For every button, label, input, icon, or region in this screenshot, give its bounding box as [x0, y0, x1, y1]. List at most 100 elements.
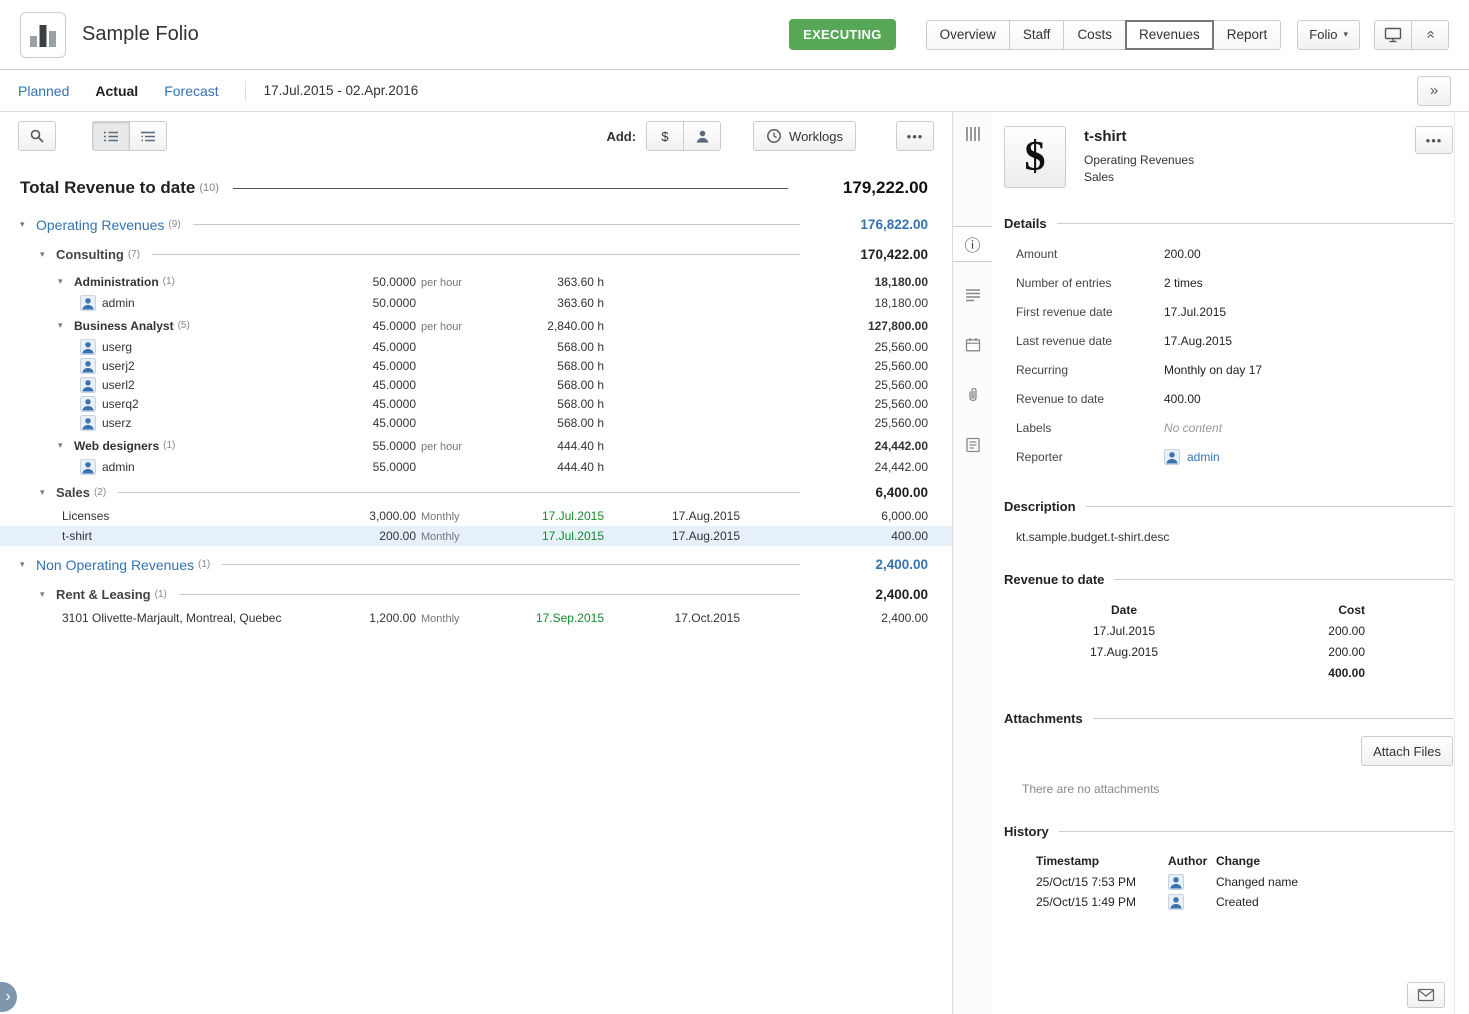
add-revenue-button[interactable]: $ [646, 121, 684, 151]
tab-staff[interactable]: Staff [1009, 20, 1065, 50]
tree-row-admin[interactable]: admin55.0000444.40 h24,442.00 [0, 457, 952, 476]
splitter-grip-handle[interactable] [966, 122, 980, 146]
revenue-date: 17.Jul.2015 [1004, 624, 1244, 638]
text-lines-icon [965, 288, 981, 303]
row-hours: 568.00 h [472, 378, 622, 392]
flat-list-view-button[interactable] [92, 121, 130, 151]
tab-details[interactable]: ⓘ [953, 226, 992, 262]
view-switcher: Planned Actual Forecast [18, 83, 245, 99]
row-name: ▾Operating Revenues(9) [0, 217, 181, 233]
email-button[interactable] [1407, 982, 1445, 1008]
row-hours: 568.00 h [472, 397, 622, 411]
history-table: TimestampAuthorChange25/Oct/15 7:53 PMCh… [1036, 849, 1453, 912]
field-label: Number of entries [1016, 276, 1164, 290]
tab-description[interactable] [953, 278, 992, 312]
tree-row-userq2[interactable]: userq245.0000568.00 h25,560.00 [0, 394, 952, 413]
attach-files-button[interactable]: Attach Files [1361, 736, 1453, 766]
collapse-arrow-icon[interactable]: ▾ [40, 249, 56, 260]
chevrons-right-icon: » [1430, 82, 1438, 99]
detail-titles: t-shirt Operating Revenues Sales [1084, 126, 1194, 188]
row-count: (1) [163, 440, 175, 451]
tab-costs[interactable]: Costs [1063, 20, 1126, 50]
history-header-author: Author [1168, 854, 1212, 868]
row-label: Business Analyst [74, 319, 174, 333]
row-label: userq2 [102, 397, 139, 411]
field-value[interactable]: admin [1164, 449, 1220, 465]
revenue-row: 17.Jul.2015200.00 [1004, 620, 1453, 641]
person-icon [695, 129, 710, 144]
view-planned[interactable]: Planned [18, 83, 69, 99]
tree-root-row[interactable]: Total Revenue to date (10) 179,222.00 [0, 170, 952, 206]
row-name: userl2 [0, 377, 297, 393]
row-hours: 568.00 h [472, 340, 622, 354]
group-separator-line [118, 492, 800, 493]
tree-row-web-designers[interactable]: ▾Web designers(1)55.0000per hour444.40 h… [0, 434, 952, 457]
tab-report[interactable]: Report [1213, 20, 1282, 50]
tab-overview[interactable]: Overview [926, 20, 1010, 50]
collapse-arrow-icon[interactable]: ▾ [58, 440, 74, 451]
expand-panel-button[interactable]: » [1417, 76, 1451, 106]
add-staff-button[interactable] [683, 121, 721, 151]
row-label: Web designers [74, 439, 159, 453]
worklogs-button[interactable]: Worklogs [753, 121, 856, 151]
tree-row-licenses[interactable]: Licenses3,000.00Monthly17.Jul.201517.Aug… [0, 506, 952, 526]
row-total: 170,422.00 [812, 247, 952, 262]
tree-row-sales[interactable]: ▾Sales(2)6,400.00 [0, 479, 952, 506]
collapse-arrow-icon[interactable]: ▾ [20, 219, 36, 230]
row-count: (1) [155, 589, 167, 600]
tree-row-3101-olivette-marjault-montreal-quebec[interactable]: 3101 Olivette-Marjault, Montreal, Quebec… [0, 608, 952, 628]
group-separator-line [193, 224, 800, 225]
group-separator-line [152, 254, 800, 255]
tab-dates[interactable] [953, 328, 992, 362]
collapse-arrow-icon[interactable]: ▾ [40, 589, 56, 600]
row-label: userz [102, 416, 131, 430]
view-forecast[interactable]: Forecast [164, 83, 218, 99]
tree-row-operating-revenues[interactable]: ▾Operating Revenues(9) 176,822.00 [0, 211, 952, 238]
tab-revenues[interactable]: Revenues [1125, 20, 1214, 50]
row-total: 176,822.00 [812, 217, 952, 232]
section-title: History [1004, 824, 1049, 839]
user-avatar-icon [1168, 894, 1184, 910]
user-avatar-icon [80, 295, 96, 311]
tree-row-t-shirt[interactable]: t-shirt200.00Monthly17.Jul.201517.Aug.20… [0, 526, 952, 546]
detail-more-button[interactable]: ••• [1415, 126, 1453, 154]
display-mode-button[interactable] [1374, 20, 1412, 50]
tree-row-userz[interactable]: userz45.0000568.00 h25,560.00 [0, 413, 952, 432]
collapse-arrow-icon[interactable]: ▾ [40, 487, 56, 498]
tree-row-rent-leasing[interactable]: ▾Rent & Leasing(1)2,400.00 [0, 581, 952, 608]
history-header-change: Change [1212, 854, 1453, 868]
tree-row-userg[interactable]: userg45.0000568.00 h25,560.00 [0, 337, 952, 356]
tree-row-userl2[interactable]: userl245.0000568.00 h25,560.00 [0, 375, 952, 394]
heading-rule [1114, 579, 1453, 580]
folio-dropdown[interactable]: Folio ▾ [1297, 20, 1360, 50]
field-value: 400.00 [1164, 392, 1201, 406]
collapse-arrow-icon[interactable]: ▾ [58, 276, 74, 287]
history-section-heading: History [1004, 824, 1453, 839]
row-count: (7) [128, 249, 140, 260]
tab-attachments[interactable] [953, 378, 992, 412]
detail-header: $ t-shirt Operating Revenues Sales ••• [1004, 126, 1453, 188]
search-button[interactable] [18, 121, 56, 151]
tree-row-consulting[interactable]: ▾Consulting(7)170,422.00 [0, 241, 952, 268]
tree-row-business-analyst[interactable]: ▾Business Analyst(5)45.0000per hour2,840… [0, 314, 952, 337]
tree-row-userj2[interactable]: userj245.0000568.00 h25,560.00 [0, 356, 952, 375]
user-avatar-icon [1164, 449, 1180, 465]
view-actual[interactable]: Actual [95, 83, 138, 99]
collapse-arrow-icon[interactable]: ▾ [58, 320, 74, 331]
collapse-header-button[interactable]: » [1411, 20, 1449, 50]
dollar-icon: $ [661, 129, 668, 144]
tab-history[interactable] [953, 428, 992, 462]
tree-row-non-operating-revenues[interactable]: ▾Non Operating Revenues(1)2,400.00 [0, 551, 952, 578]
field-value: 200.00 [1164, 247, 1201, 261]
row-rate: 200.00Monthly [297, 529, 472, 543]
tree-row-admin[interactable]: admin50.0000363.60 h18,180.00 [0, 293, 952, 312]
tree-view-button[interactable] [129, 121, 167, 151]
row-label: t-shirt [62, 529, 92, 543]
revenue-to-date-table: DateCost17.Jul.2015200.0017.Aug.2015200.… [1004, 599, 1453, 683]
root-separator-line [233, 188, 788, 189]
row-second-date: 17.Aug.2015 [622, 529, 762, 543]
collapse-arrow-icon[interactable]: ▾ [20, 559, 36, 570]
tree-row-administration[interactable]: ▾Administration(1)50.0000per hour363.60 … [0, 270, 952, 293]
row-rate: 45.0000 [297, 359, 472, 373]
tree-more-button[interactable]: ••• [896, 121, 934, 151]
